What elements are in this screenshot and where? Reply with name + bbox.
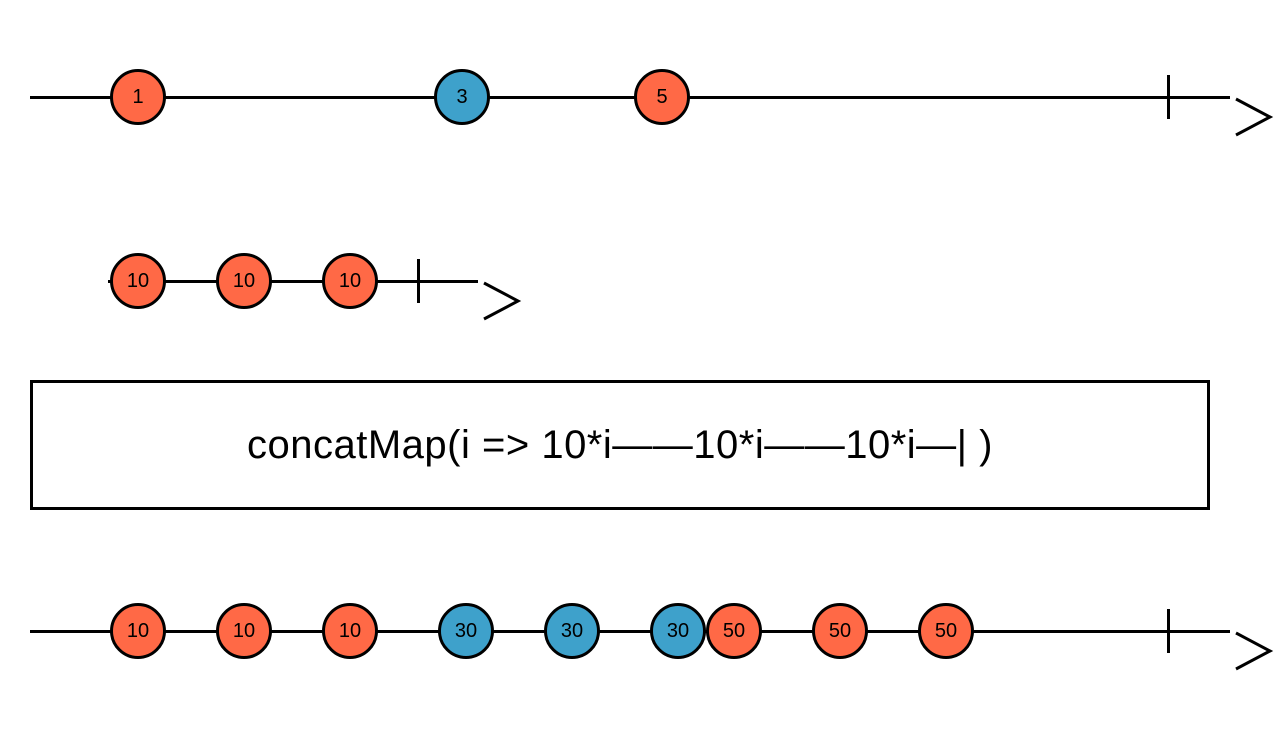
- marble-value: 30: [455, 620, 477, 643]
- output-marble: 30: [438, 603, 494, 659]
- marble-value: 30: [667, 620, 689, 643]
- inner-marble: 10: [216, 253, 272, 309]
- source-timeline: [30, 96, 1230, 99]
- marble-value: 10: [127, 270, 149, 293]
- output-marble: 10: [216, 603, 272, 659]
- marble-value: 10: [233, 620, 255, 643]
- output-timeline: [30, 630, 1230, 633]
- marble-value: 1: [132, 86, 143, 109]
- operator-label: concatMap(i => 10*i——10*i——10*i—| ): [247, 423, 993, 468]
- source-marble: 5: [634, 69, 690, 125]
- marble-value: 50: [935, 620, 957, 643]
- output-marble: 30: [650, 603, 706, 659]
- marble-value: 10: [233, 270, 255, 293]
- inner-marble: 10: [110, 253, 166, 309]
- marble-value: 5: [656, 86, 667, 109]
- output-marble: 50: [706, 603, 762, 659]
- marble-value: 10: [339, 620, 361, 643]
- marble-value: 50: [723, 620, 745, 643]
- marble-value: 50: [829, 620, 851, 643]
- operator-box: concatMap(i => 10*i——10*i——10*i—| ): [30, 380, 1210, 510]
- marble-diagram: 1 3 5 10 10 10 concatMap(i => 10*i——10*i…: [0, 0, 1280, 740]
- inner-marble: 10: [322, 253, 378, 309]
- marble-value: 3: [456, 86, 467, 109]
- output-marble: 10: [110, 603, 166, 659]
- marble-value: 10: [127, 620, 149, 643]
- marble-value: 30: [561, 620, 583, 643]
- source-marble: 1: [110, 69, 166, 125]
- source-marble: 3: [434, 69, 490, 125]
- marble-value: 10: [339, 270, 361, 293]
- output-marble: 10: [322, 603, 378, 659]
- output-marble: 50: [812, 603, 868, 659]
- output-marble: 30: [544, 603, 600, 659]
- output-marble: 50: [918, 603, 974, 659]
